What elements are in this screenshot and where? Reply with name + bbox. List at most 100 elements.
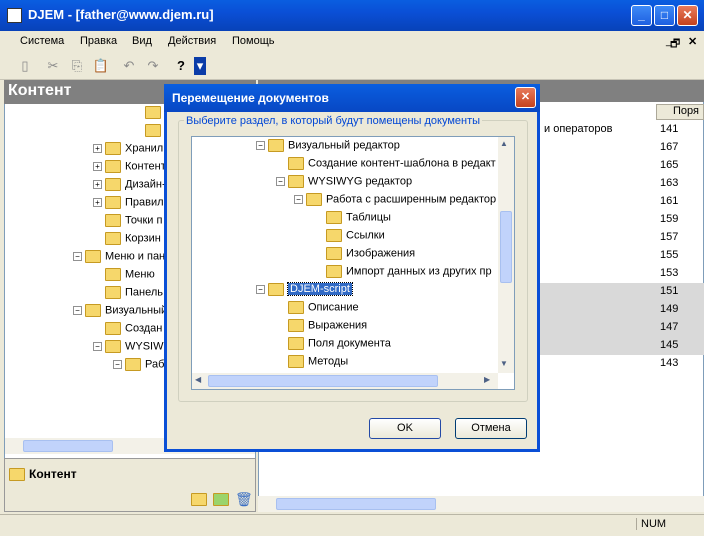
new-document-folder-icon[interactable] xyxy=(213,493,229,506)
expand-icon[interactable]: + xyxy=(93,198,102,207)
section-tree[interactable]: − Визуальный редактор Создание контент-шаб… xyxy=(191,136,515,390)
redo-icon[interactable]: ↷ xyxy=(144,57,162,75)
content-tree-node[interactable]: Меню xyxy=(105,268,155,286)
content-tree-node[interactable]: + Контент xyxy=(93,160,166,178)
section-tree-node[interactable]: Импорт данных из других пр xyxy=(326,265,492,283)
section-tree-node[interactable]: Ссылки xyxy=(326,229,385,247)
dialog-close-button[interactable]: ✕ xyxy=(515,87,536,108)
menu-view[interactable]: Вид xyxy=(132,35,152,47)
num-lock-indicator: NUM xyxy=(636,518,666,530)
undo-icon[interactable]: ↶ xyxy=(120,57,138,75)
folder-icon xyxy=(288,319,304,332)
section-tree-node[interactable]: Поля документа xyxy=(288,337,391,355)
folder-icon xyxy=(268,283,284,296)
content-tree-node-label: Контент xyxy=(125,160,166,173)
section-tree-node[interactable]: Изображения xyxy=(326,247,415,265)
menu-system[interactable]: Система xyxy=(20,35,64,47)
folder-icon xyxy=(288,301,304,314)
order-column-header[interactable]: Поря xyxy=(656,104,704,120)
scroll-left-icon[interactable]: ◀ xyxy=(195,375,201,384)
section-tree-node[interactable]: Таблицы xyxy=(326,211,391,229)
folder-icon xyxy=(125,358,141,371)
document-order: 143 xyxy=(660,357,679,369)
folder-icon xyxy=(105,340,121,353)
content-tree-node[interactable]: Панель xyxy=(105,286,163,304)
right-scrollbar-thumb[interactable] xyxy=(276,498,436,510)
content-tree-node[interactable]: Корзин xyxy=(105,232,161,250)
cut-icon[interactable]: ✂ xyxy=(44,57,62,75)
content-tree-node[interactable]: Точки п xyxy=(105,214,162,232)
section-tree-node[interactable]: Методы xyxy=(288,355,348,373)
tree-hscroll-thumb[interactable] xyxy=(208,375,438,387)
scroll-right-icon[interactable]: ▶ xyxy=(484,375,490,384)
collapse-icon[interactable]: − xyxy=(73,252,82,261)
content-tree-node[interactable]: + Правил xyxy=(93,196,164,214)
section-tree-node[interactable]: Описание xyxy=(288,301,359,319)
toolbar-options-icon[interactable]: ▾ xyxy=(194,57,206,75)
collapse-icon[interactable]: − xyxy=(256,141,265,150)
content-tree-node[interactable]: − Рабо xyxy=(113,358,171,376)
tree-vertical-scrollbar[interactable]: ▲ ▼ xyxy=(498,137,514,373)
collapse-icon[interactable]: − xyxy=(276,177,285,186)
content-tree-node[interactable]: − WYSIWY xyxy=(93,340,171,358)
folder-icon xyxy=(288,175,304,188)
close-button[interactable]: ✕ xyxy=(677,5,698,26)
scroll-up-icon[interactable]: ▲ xyxy=(500,139,508,148)
section-tree-node[interactable]: − Работа с расширенным редактор xyxy=(294,193,496,211)
collapse-icon[interactable]: − xyxy=(73,306,82,315)
collapse-icon[interactable]: − xyxy=(294,195,303,204)
mdi-restore-icon[interactable]: 🗗 xyxy=(670,35,680,54)
left-scrollbar-thumb[interactable] xyxy=(23,440,113,452)
content-tree-node-label: Создан xyxy=(125,322,163,335)
content-tree-node[interactable]: Создан xyxy=(105,322,162,340)
collapse-icon[interactable]: − xyxy=(113,360,122,369)
section-tree-node[interactable]: Выражения xyxy=(288,319,367,337)
trash-icon[interactable]: 🗑 xyxy=(235,491,253,508)
content-tree-node-label: Хранили xyxy=(125,142,170,155)
minimize-button[interactable]: _ xyxy=(631,5,652,26)
cancel-button[interactable]: Отмена xyxy=(455,418,527,439)
section-tree-node[interactable]: − WYSIWYG редактор xyxy=(276,175,412,193)
expand-icon[interactable]: + xyxy=(93,162,102,171)
section-tree-node-label: Визуальный редактор xyxy=(288,139,400,152)
document-order: 157 xyxy=(660,231,679,243)
section-tree-node[interactable]: − DJEM-script xyxy=(256,282,353,301)
document-order: 151 xyxy=(660,285,679,297)
menu-actions[interactable]: Действия xyxy=(168,35,216,47)
document-order: 149 xyxy=(660,303,679,315)
paste-icon[interactable]: 📋 xyxy=(92,57,110,75)
collapse-icon[interactable]: − xyxy=(256,285,265,294)
content-tree-node[interactable]: + Хранили xyxy=(93,142,169,160)
mdi-close-icon[interactable]: ✕ xyxy=(688,35,697,48)
folder-icon xyxy=(105,268,121,281)
folder-icon xyxy=(145,106,161,119)
section-tree-node-label: Изображения xyxy=(346,247,416,260)
tree-horizontal-scrollbar[interactable]: ◀ ▶ xyxy=(192,373,498,389)
tree-vscroll-thumb[interactable] xyxy=(500,211,512,283)
new-document-icon[interactable]: ▯ xyxy=(16,57,34,75)
ok-button[interactable]: OK xyxy=(369,418,441,439)
section-tree-node[interactable]: Создание контент-шаблона в редакт xyxy=(288,157,496,175)
bottom-content-label[interactable]: Контент xyxy=(9,467,77,482)
folder-icon xyxy=(145,124,161,137)
folder-icon xyxy=(326,265,342,278)
content-tree-node[interactable]: − Визуальный xyxy=(73,304,167,322)
maximize-button[interactable]: □ xyxy=(654,5,675,26)
left-bottom-panel: Контент 🗑 xyxy=(4,458,256,512)
expand-icon[interactable]: + xyxy=(93,144,102,153)
expand-icon[interactable]: + xyxy=(93,180,102,189)
menu-edit[interactable]: Правка xyxy=(80,35,117,47)
collapse-icon[interactable]: − xyxy=(93,342,102,351)
new-folder-icon[interactable] xyxy=(191,493,207,506)
menu-help[interactable]: Помощь xyxy=(232,35,275,47)
section-tree-node[interactable]: − Визуальный редактор xyxy=(256,139,400,157)
help-icon[interactable]: ? xyxy=(172,57,190,75)
folder-icon xyxy=(326,229,342,242)
app-icon xyxy=(7,8,22,23)
copy-icon[interactable]: ⎘ xyxy=(68,57,86,75)
right-horizontal-scrollbar[interactable] xyxy=(258,496,704,512)
content-tree-node[interactable]: − Меню и пан xyxy=(73,250,165,268)
scroll-down-icon[interactable]: ▼ xyxy=(500,359,508,368)
content-tree-node[interactable]: + Дизайн- xyxy=(93,178,166,196)
bottom-content-text: Контент xyxy=(29,467,77,481)
